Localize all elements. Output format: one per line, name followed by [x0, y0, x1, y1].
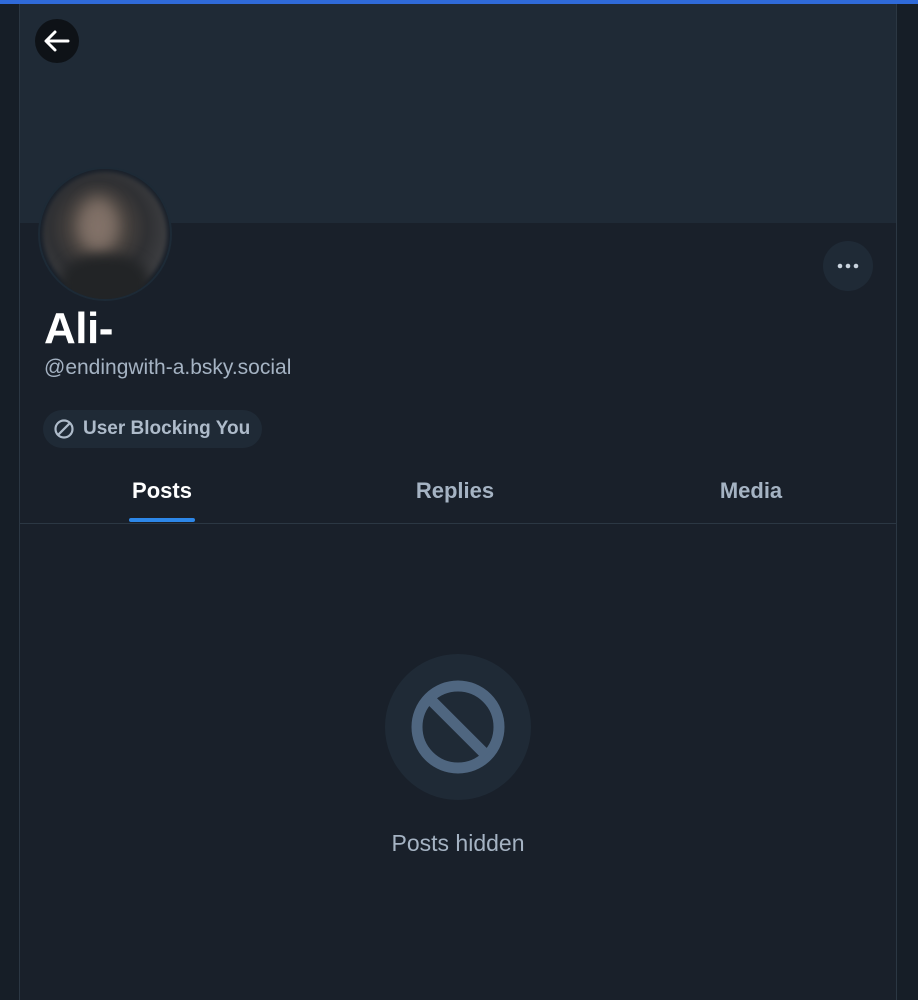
blocking-status-badge: User Blocking You: [43, 410, 263, 448]
back-button[interactable]: [35, 19, 79, 63]
tab-replies[interactable]: Replies: [304, 459, 606, 523]
tab-media-label: Media: [719, 478, 783, 503]
posts-hidden-message: Posts hidden: [391, 830, 525, 856]
tab-posts[interactable]: Posts: [20, 459, 304, 523]
avatar[interactable]: [38, 167, 172, 301]
blocked-icon: [411, 680, 505, 774]
ellipsis-icon: [837, 263, 859, 269]
tab-media[interactable]: Media: [606, 459, 896, 523]
tab-posts-label: Posts: [132, 478, 192, 503]
profile-tabs: Posts Replies Media: [20, 459, 896, 524]
display-name: Ali-: [44, 304, 113, 353]
more-options-button[interactable]: [823, 241, 873, 291]
profile-handle: @endingwith-a.bsky.social: [44, 356, 292, 379]
blocked-icon: [54, 419, 74, 439]
profile-column: Ali- @endingwith-a.bsky.social User Bloc…: [19, 4, 897, 1000]
blocking-status-label: User Blocking You: [83, 418, 251, 439]
arrow-left-icon: [44, 30, 70, 52]
active-tab-indicator: [129, 518, 195, 522]
posts-hidden-icon-container: [385, 654, 531, 800]
tab-replies-label: Replies: [415, 478, 495, 503]
